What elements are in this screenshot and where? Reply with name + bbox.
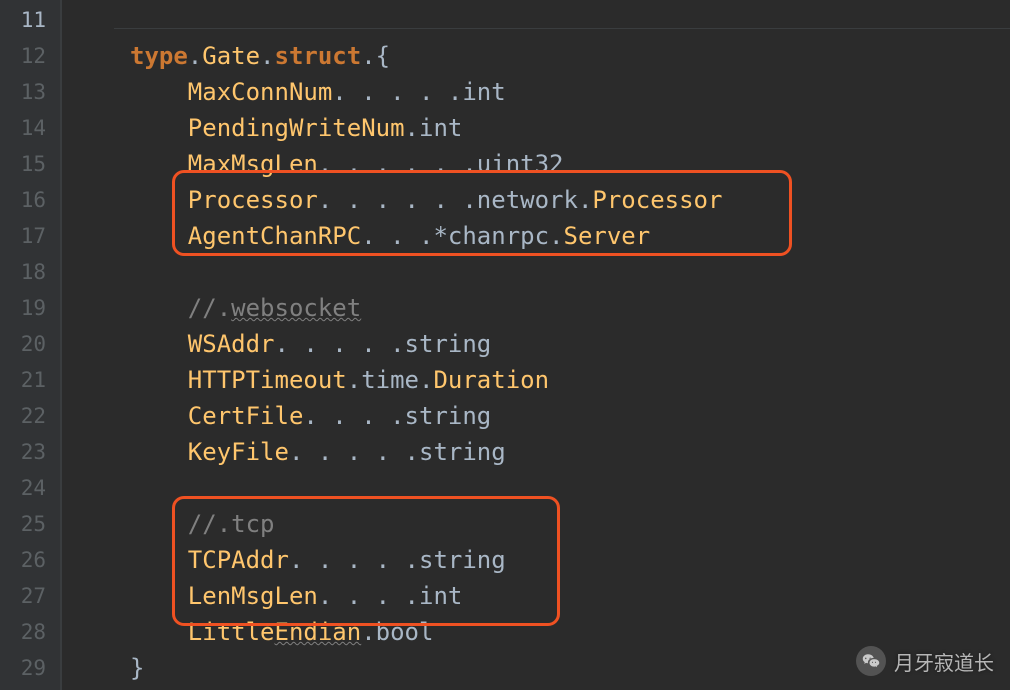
field-name: MaxMsgLen xyxy=(188,150,318,178)
type: Duration xyxy=(433,366,549,394)
type: string xyxy=(419,546,506,574)
line-number: 22 xyxy=(0,398,60,434)
code-line[interactable]: MaxConnNum. . . . .int xyxy=(114,74,1010,110)
field-name: LittleEndian xyxy=(188,618,361,646)
watermark: 月牙寂道长 xyxy=(856,646,994,676)
watermark-text: 月牙寂道长 xyxy=(894,647,994,676)
code-line[interactable]: TCPAddr. . . . .string xyxy=(114,542,1010,578)
field-name: HTTPTimeout xyxy=(188,366,347,394)
code-line[interactable]: //.tcp xyxy=(114,506,1010,542)
code-line[interactable]: type.Gate.struct.{ xyxy=(114,38,1010,74)
type: Processor xyxy=(592,186,722,214)
line-number: 21 xyxy=(0,362,60,398)
package: chanrpc xyxy=(448,222,549,250)
field-name: LenMsgLen xyxy=(188,582,318,610)
code-line[interactable]: WSAddr. . . . .string xyxy=(114,326,1010,362)
type: int xyxy=(462,78,505,106)
line-number: 11 xyxy=(0,2,60,38)
code-line[interactable]: PendingWriteNum.int xyxy=(114,110,1010,146)
type: string xyxy=(405,402,492,430)
code-line[interactable]: Processor. . . . . .network.Processor xyxy=(114,182,1010,218)
line-number: 26 xyxy=(0,542,60,578)
line-number: 24 xyxy=(0,470,60,506)
code-line[interactable] xyxy=(114,254,1010,290)
type: string xyxy=(405,330,492,358)
package: network xyxy=(477,186,578,214)
type: bool xyxy=(376,618,434,646)
keyword-struct: struct xyxy=(275,42,362,70)
line-number: 25 xyxy=(0,506,60,542)
code-line[interactable]: HTTPTimeout.time.Duration xyxy=(114,362,1010,398)
code-line[interactable]: MaxMsgLen. . . . . .uint32 xyxy=(114,146,1010,182)
code-line[interactable] xyxy=(114,470,1010,506)
field-name: PendingWriteNum xyxy=(188,114,405,142)
field-name: MaxConnNum xyxy=(188,78,333,106)
brace-open: { xyxy=(376,42,390,70)
line-number: 23 xyxy=(0,434,60,470)
field-name: TCPAddr xyxy=(188,546,289,574)
line-number: 17 xyxy=(0,218,60,254)
code-editor[interactable]: 11 12 13 14 15 16 17 18 19 20 21 22 23 2… xyxy=(0,0,1010,690)
line-number-gutter: 11 12 13 14 15 16 17 18 19 20 21 22 23 2… xyxy=(0,0,60,690)
code-line[interactable]: KeyFile. . . . .string xyxy=(114,434,1010,470)
line-number: 15 xyxy=(0,146,60,182)
line-number: 12 xyxy=(0,38,60,74)
wechat-icon xyxy=(856,646,886,676)
line-number: 27 xyxy=(0,578,60,614)
keyword-type: type xyxy=(130,42,188,70)
code-line[interactable]: //.websocket xyxy=(114,290,1010,326)
code-line[interactable] xyxy=(114,2,1010,38)
code-line[interactable]: LittleEndian.bool xyxy=(114,614,1010,650)
code-line[interactable]: CertFile. . . .string xyxy=(114,398,1010,434)
struct-name: Gate xyxy=(202,42,260,70)
package: time xyxy=(361,366,419,394)
field-name: WSAddr xyxy=(188,330,275,358)
code-line[interactable]: AgentChanRPC. . .*chanrpc.Server xyxy=(114,218,1010,254)
breakpoint-rail[interactable] xyxy=(62,0,114,690)
line-number: 13 xyxy=(0,74,60,110)
type: int xyxy=(419,582,462,610)
comment: //.websocket xyxy=(188,294,361,322)
line-number: 20 xyxy=(0,326,60,362)
field-name: Processor xyxy=(188,186,318,214)
line-number: 28 xyxy=(0,614,60,650)
code-line[interactable]: LenMsgLen. . . .int xyxy=(114,578,1010,614)
line-number: 18 xyxy=(0,254,60,290)
comment: //.tcp xyxy=(188,510,275,538)
type: Server xyxy=(564,222,651,250)
line-number: 29 xyxy=(0,650,60,686)
line-number: 16 xyxy=(0,182,60,218)
field-name: AgentChanRPC xyxy=(188,222,361,250)
brace-close: } xyxy=(130,654,144,682)
type: uint32 xyxy=(477,150,564,178)
line-number: 14 xyxy=(0,110,60,146)
line-number: 19 xyxy=(0,290,60,326)
field-name: KeyFile xyxy=(188,438,289,466)
type: int xyxy=(419,114,462,142)
code-area[interactable]: type.Gate.struct.{ MaxConnNum. . . . .in… xyxy=(114,0,1010,690)
type: string xyxy=(419,438,506,466)
field-name: CertFile xyxy=(188,402,304,430)
